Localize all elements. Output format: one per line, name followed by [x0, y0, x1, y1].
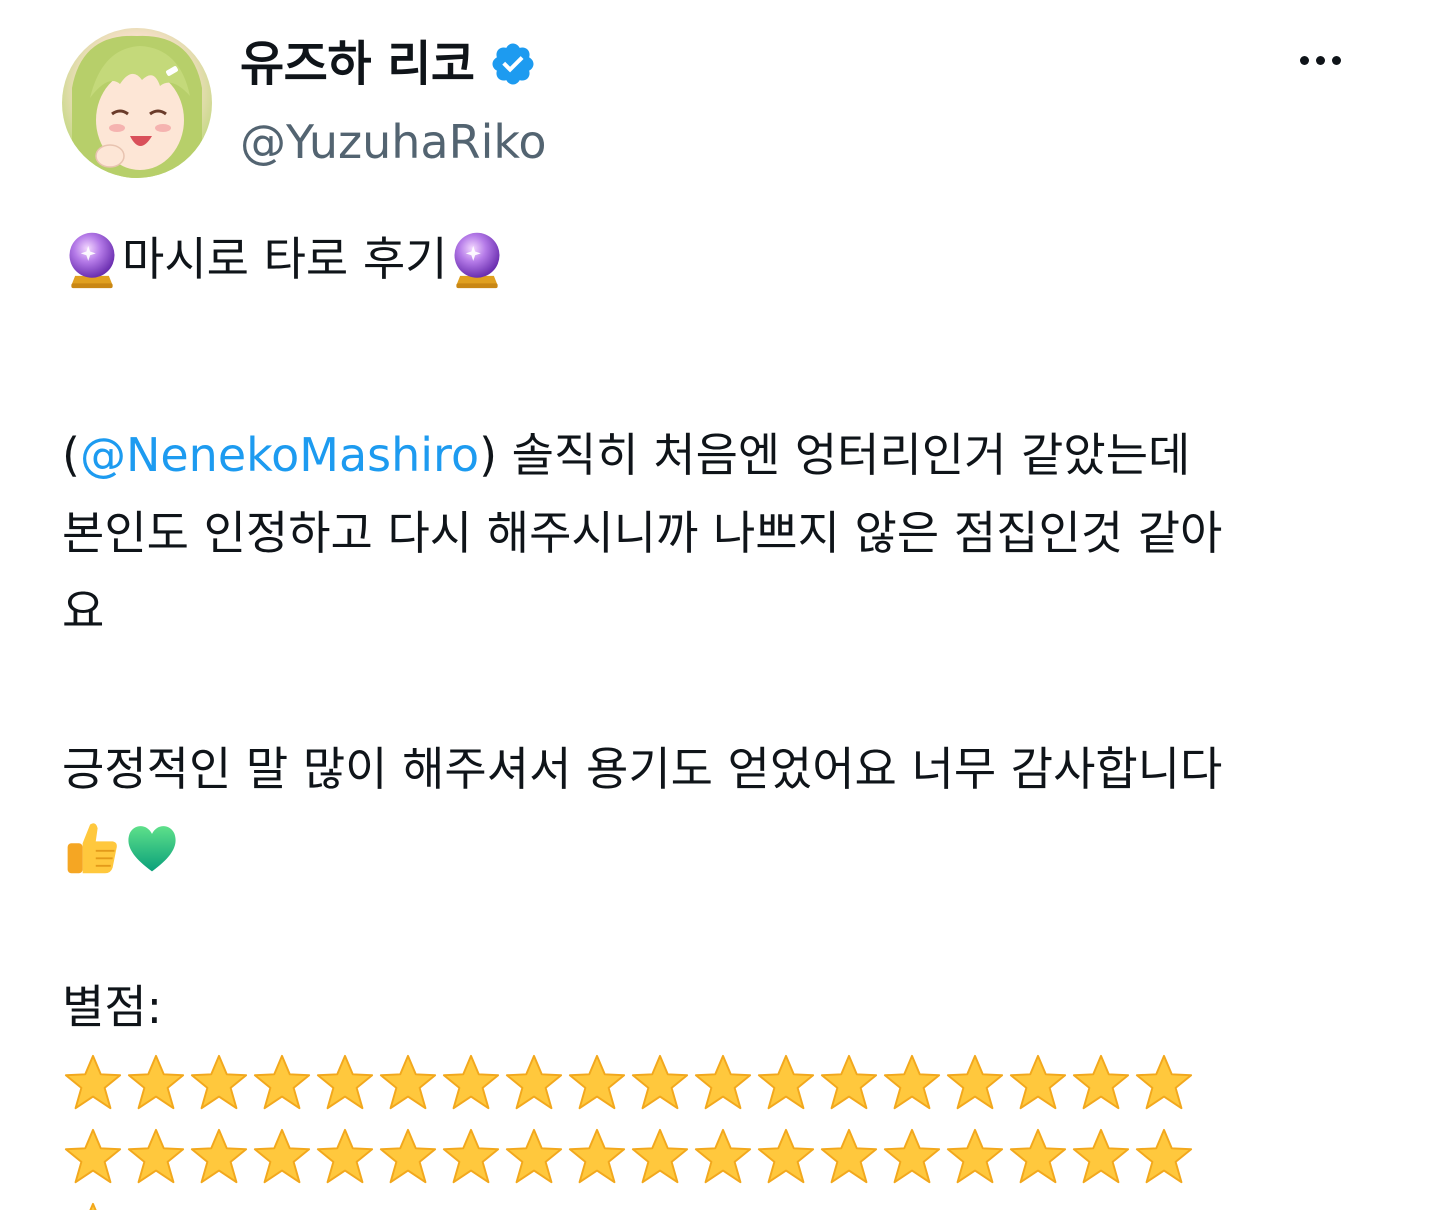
anime-girl-avatar-icon — [72, 35, 202, 178]
star-icon — [190, 1054, 248, 1110]
verified-badge-icon — [492, 43, 534, 85]
crystal-ball-icon — [454, 232, 500, 289]
tweet: 유즈하 리코 @YuzuhaRiko 마시로 타로 후기 (@NenekoMa… — [0, 0, 1440, 1210]
star-icon — [568, 1128, 626, 1184]
author-name-row[interactable]: 유즈하 리코 — [240, 34, 537, 94]
tweet-line-2: 본인도 인정하고 다시 해주시니까 나쁘지 않은 점집인것 같아 — [62, 494, 1372, 572]
star-icon — [1009, 1128, 1067, 1184]
green-heart-icon — [128, 826, 176, 872]
display-name[interactable]: 유즈하 리코 — [240, 34, 475, 94]
star-icon — [316, 1128, 374, 1184]
star-icon — [379, 1128, 437, 1184]
star-icon — [757, 1054, 815, 1110]
tweet-title: 마시로 타로 후기 — [122, 232, 448, 286]
star-icon — [316, 1054, 374, 1110]
avatar[interactable] — [62, 28, 212, 178]
star-icon — [631, 1128, 689, 1184]
paren-open: ( — [62, 428, 80, 482]
tweet-line-5 — [62, 808, 1372, 886]
star-icon — [883, 1128, 941, 1184]
star-icon — [127, 1054, 185, 1110]
rating-label: 별점: — [62, 980, 163, 1034]
star-icon — [379, 1054, 437, 1110]
star-icon — [190, 1128, 248, 1184]
star-icon — [1135, 1128, 1193, 1184]
star-icon — [1072, 1128, 1130, 1184]
star-icon — [1135, 1054, 1193, 1110]
thumbs-up-icon — [67, 823, 117, 874]
star-icon — [694, 1054, 752, 1110]
star-icon — [568, 1054, 626, 1110]
star-icon — [694, 1128, 752, 1184]
star-icon — [505, 1128, 563, 1184]
tweet-line-1-text: ) 솔직히 처음엔 엉터리인거 같았는데 — [479, 428, 1191, 482]
tweet-line-3: 요 — [62, 572, 1372, 650]
tweet-body: 마시로 타로 후기 ( @NenekoMashiro ) 솔직히 처음엔 엉터리… — [62, 220, 1372, 1210]
star-icon — [127, 1128, 185, 1184]
more-options-icon[interactable] — [1290, 40, 1350, 80]
tweet-line-4: 긍정적인 말 많이 해주셔서 용기도 얻었어요 너무 감사합니다 — [62, 730, 1372, 808]
rating-stars — [62, 1046, 1372, 1210]
star-icon — [1072, 1054, 1130, 1110]
rating-label-line: 별점: — [62, 968, 1372, 1046]
stars-row — [62, 1046, 1372, 1120]
handle[interactable]: @YuzuhaRiko — [240, 112, 547, 172]
star-icon — [442, 1128, 500, 1184]
star-icon — [820, 1054, 878, 1110]
star-icon — [883, 1054, 941, 1110]
star-icon — [253, 1128, 311, 1184]
star-icon — [89, 1202, 97, 1210]
star-icon — [820, 1128, 878, 1184]
crystal-ball-icon — [69, 232, 115, 289]
star-icon — [64, 1128, 122, 1184]
star-icon — [442, 1054, 500, 1110]
star-icon — [505, 1054, 563, 1110]
tweet-line-2-text: 본인도 인정하고 다시 해주시니까 나쁘지 않은 점집인것 같아 — [62, 506, 1223, 560]
tweet-title-line: 마시로 타로 후기 — [62, 220, 1372, 298]
star-icon — [64, 1054, 122, 1110]
stars-row — [62, 1194, 1372, 1210]
star-icon — [946, 1054, 1004, 1110]
star-icon — [253, 1054, 311, 1110]
star-icon — [1009, 1054, 1067, 1110]
tweet-line-4-text: 긍정적인 말 많이 해주셔서 용기도 얻었어요 너무 감사합니다 — [62, 742, 1223, 796]
stars-row — [62, 1120, 1372, 1194]
tweet-line-1: ( @NenekoMashiro ) 솔직히 처음엔 엉터리인거 같았는데 — [62, 416, 1372, 494]
star-icon — [946, 1128, 1004, 1184]
mention-link[interactable]: @NenekoMashiro — [80, 416, 479, 494]
star-icon — [631, 1054, 689, 1110]
tweet-line-3-text: 요 — [62, 584, 105, 638]
star-icon — [757, 1128, 815, 1184]
